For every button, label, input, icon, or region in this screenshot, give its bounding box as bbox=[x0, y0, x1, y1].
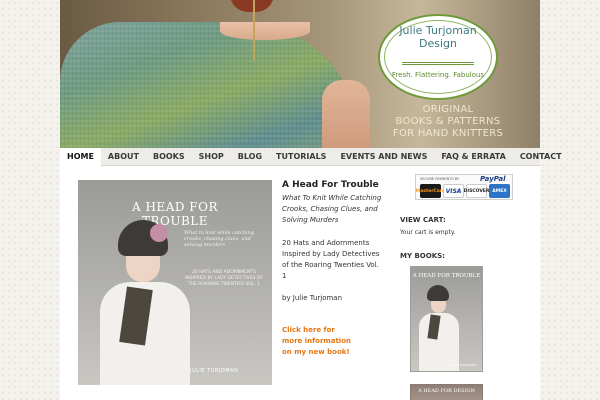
logo-name-line2: Design bbox=[419, 37, 457, 50]
logo-name-line1: Julie Turjoman bbox=[399, 24, 477, 37]
nav-item-contact[interactable]: CONTACT bbox=[513, 148, 569, 166]
book-author: by Julie Turjoman bbox=[282, 294, 343, 302]
cover-description: 20 HATS AND ADORNMENTS INSPIRED BY LADY … bbox=[184, 270, 264, 287]
cover-hat-flower bbox=[150, 224, 168, 242]
banner-photo-arm bbox=[322, 80, 370, 148]
book-link-line2[interactable]: more information bbox=[282, 336, 382, 347]
book-info: A Head For Trouble What To Knit While Ca… bbox=[282, 180, 382, 358]
nav-item-faq[interactable]: FAQ & ERRATA bbox=[434, 148, 512, 166]
header-banner: Julie Turjoman Design Fresh. Flattering.… bbox=[60, 0, 540, 148]
nav-item-home[interactable]: HOME bbox=[60, 147, 101, 166]
mastercard-icon: MasterCard bbox=[416, 184, 445, 198]
main-nav: HOME ABOUT BOOKS SHOP BLOG TUTORIALS EVE… bbox=[60, 147, 562, 166]
banner-tagline-line1: ORIGINAL bbox=[422, 104, 474, 115]
sidebar-cover-model-hat bbox=[427, 285, 449, 301]
book-description: 20 Hats and Adornments Inspired by Lady … bbox=[282, 239, 380, 280]
nav-item-events[interactable]: EVENTS AND NEWS bbox=[333, 148, 434, 166]
sidebar-cover2-title: A HEAD FOR DESIGN bbox=[418, 388, 475, 394]
cover-title-line2: TROUBLE bbox=[141, 214, 209, 228]
my-books-heading: MY BOOKS: bbox=[400, 252, 445, 260]
nav-item-books[interactable]: BOOKS bbox=[146, 148, 192, 166]
site-logo[interactable]: Julie Turjoman Design Fresh. Flattering.… bbox=[378, 14, 498, 100]
nav-item-shop[interactable]: SHOP bbox=[192, 148, 231, 166]
knitting-needles-icon bbox=[402, 62, 474, 65]
banner-tagline-line3: FOR HAND KNITTERS bbox=[392, 128, 504, 139]
book-subtitle: What To Knit While Catching Crooks, Chas… bbox=[282, 194, 382, 224]
banner-tagline: ORIGINAL BOOKS & PATTERNS FOR HAND KNITT… bbox=[388, 104, 508, 140]
banner-photo-necklace bbox=[253, 0, 255, 60]
secure-payments-label: SECURE PAYMENTS BY bbox=[420, 177, 460, 181]
amex-icon: AMEX bbox=[489, 184, 510, 198]
banner-tagline-line2: BOOKS & PATTERNS bbox=[395, 116, 501, 127]
sidebar-book-cover-2[interactable]: A HEAD FOR DESIGN bbox=[410, 384, 483, 400]
cover-author: JULIE TURJOMAN bbox=[190, 368, 239, 374]
cover-title: A HEAD FOR TROUBLE bbox=[78, 200, 272, 228]
discover-icon: DISCOVER bbox=[464, 184, 489, 198]
sidebar-book-cover-1[interactable]: A HEAD FOR TROUBLE JULIE TURJOMAN bbox=[410, 266, 483, 372]
book-more-info-link[interactable]: Click here for more information on my ne… bbox=[282, 325, 382, 358]
view-cart-heading[interactable]: VIEW CART: bbox=[400, 216, 446, 224]
site-container: Julie Turjoman Design Fresh. Flattering.… bbox=[60, 0, 562, 400]
book-cover-image[interactable]: A HEAD FOR TROUBLE What to knit while ca… bbox=[78, 180, 272, 385]
book-link-line1[interactable]: Click here for bbox=[282, 325, 382, 336]
sidebar-cover-title: A HEAD FOR TROUBLE bbox=[412, 273, 481, 279]
banner-photo-hair bbox=[230, 0, 274, 12]
cover-subtitle: What to knit while catching crooks, chas… bbox=[184, 230, 255, 248]
cart-status: Your cart is empty. bbox=[400, 229, 456, 236]
card-logos: MasterCard VISA DISCOVER AMEX bbox=[416, 184, 510, 198]
nav-item-tutorials[interactable]: TUTORIALS bbox=[269, 148, 333, 166]
sidebar-cover-author: JULIE TURJOMAN bbox=[451, 363, 476, 367]
paypal-badge[interactable]: SECURE PAYMENTS BY PayPal MasterCard VIS… bbox=[415, 174, 513, 200]
book-title: A Head For Trouble bbox=[282, 180, 379, 190]
book-link-line3[interactable]: on my new book! bbox=[282, 347, 382, 358]
banner-photo-neck bbox=[220, 22, 310, 40]
banner-photo-sweater bbox=[60, 22, 360, 148]
nav-item-blog[interactable]: BLOG bbox=[231, 148, 269, 166]
cover-title-line1: A HEAD FOR bbox=[131, 200, 218, 214]
visa-icon: VISA bbox=[443, 184, 464, 198]
paypal-logo: PayPal bbox=[480, 175, 506, 183]
nav-item-about[interactable]: ABOUT bbox=[101, 148, 146, 166]
logo-tagline: Fresh. Flattering. Fabulous bbox=[391, 71, 485, 79]
